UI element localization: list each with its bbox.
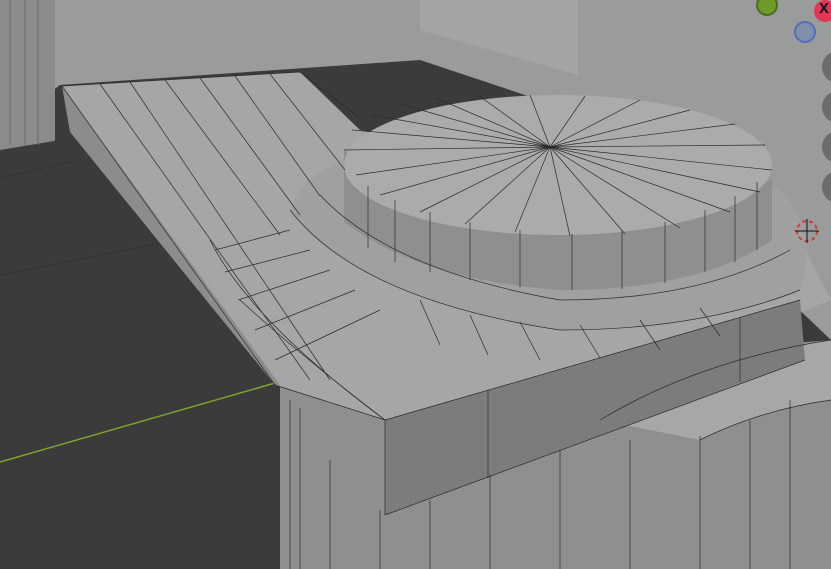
3d-viewport[interactable]: X xyxy=(0,0,831,569)
background-cylinder-left xyxy=(0,0,55,150)
gizmo-x-axis-icon[interactable]: X xyxy=(814,0,831,22)
top-disc-face xyxy=(344,95,772,235)
viewport-scene[interactable] xyxy=(0,0,831,569)
gizmo-neg-z-axis-icon[interactable] xyxy=(794,21,816,43)
gizmo-x-label: X xyxy=(818,2,830,17)
